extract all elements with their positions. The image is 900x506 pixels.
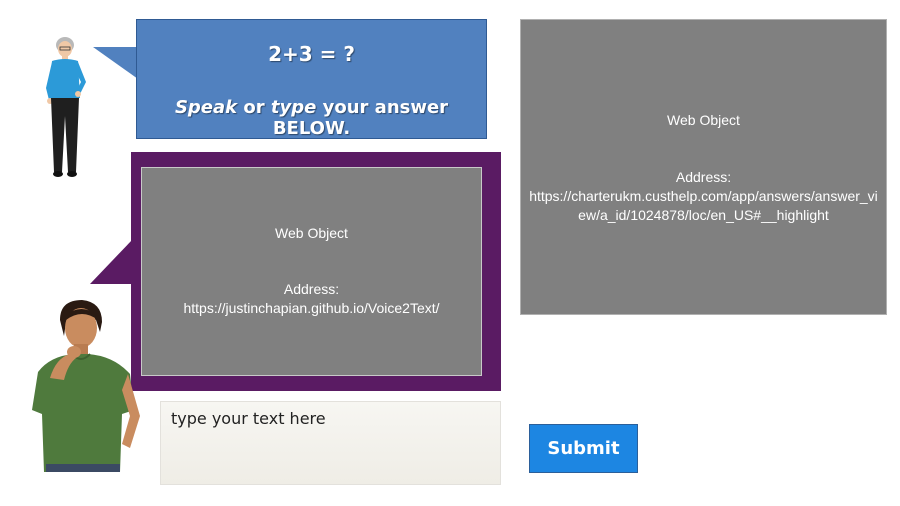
instruction-or: or <box>237 97 271 118</box>
frame-tail <box>90 240 132 284</box>
web-object-address-url: https://justinchapian.github.io/Voice2Te… <box>183 300 440 316</box>
web-object-title: Web Object <box>667 112 740 128</box>
question-instruction: Speak or type your answer BELOW. <box>137 97 486 139</box>
web-object-title: Web Object <box>275 225 348 241</box>
instruction-type: type <box>270 97 317 118</box>
question-bubble: 2+3 = ? Speak or type your answer BELOW. <box>136 19 487 139</box>
question-bubble-tail <box>93 47 138 79</box>
teacher-character <box>46 37 86 177</box>
web-object-address: Address: https://charterukm.custhelp.com… <box>527 168 880 225</box>
question-equation: 2+3 = ? <box>268 42 355 66</box>
instruction-speak: Speak <box>174 97 238 118</box>
voice-to-text-web-object[interactable]: Web Object Address: https://justinchapia… <box>141 167 482 376</box>
answer-help-web-object[interactable]: Web Object Address: https://charterukm.c… <box>520 19 887 315</box>
submit-button[interactable]: Submit <box>529 424 638 473</box>
web-object-address-label: Address: <box>283 281 340 297</box>
student-character <box>32 300 140 472</box>
answer-text-input[interactable] <box>160 401 501 485</box>
web-object-address-label: Address: <box>675 169 732 185</box>
web-object-address-url: https://charterukm.custhelp.com/app/answ… <box>529 188 878 223</box>
web-object-address: Address: https://justinchapian.github.io… <box>148 280 475 318</box>
